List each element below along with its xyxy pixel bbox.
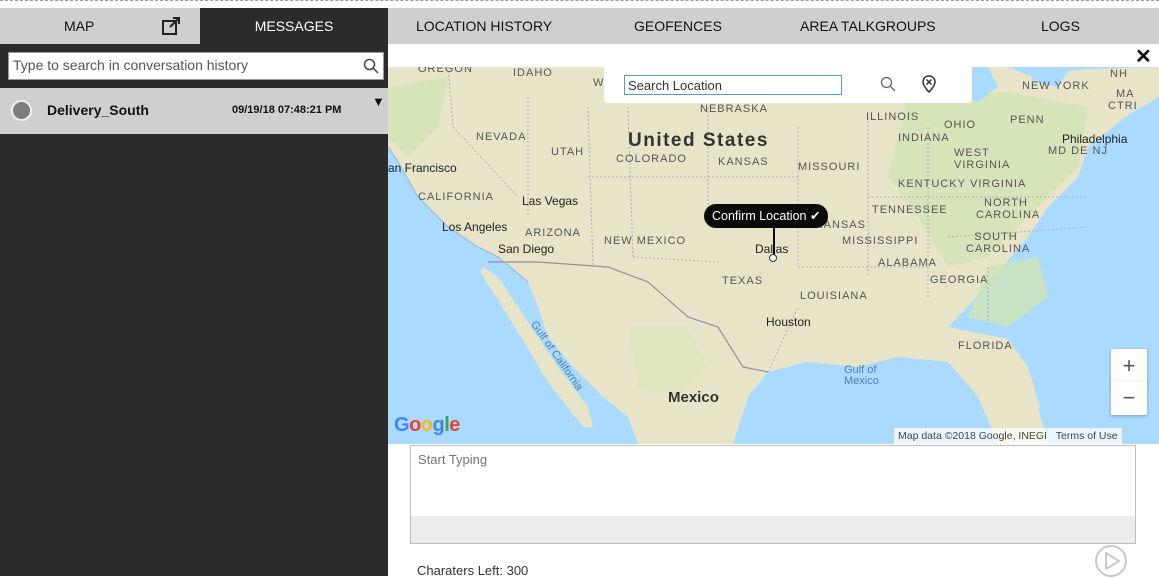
map-search-input[interactable] <box>624 75 842 95</box>
tab-area-talkgroups[interactable]: AREA TALKGROUPS <box>800 18 936 34</box>
map-city-label: San Diego <box>498 242 555 256</box>
map-view[interactable]: OREGON IDAHO W NEBRASKA ILLINOIS OHIO PE… <box>388 67 1159 444</box>
map-label: NEW MEXICO <box>604 235 687 247</box>
map-label: TENNESSEE <box>872 204 948 216</box>
map-label: OHIO <box>944 119 977 131</box>
map-label: CTRI <box>1108 100 1138 112</box>
zoom-in-button[interactable]: + <box>1111 349 1147 383</box>
tab-map-label: MAP <box>64 18 95 34</box>
map-label: NEW YORK <box>1022 80 1090 92</box>
compose-footer <box>411 516 1135 543</box>
map-label: MD DE NJ <box>1048 145 1108 157</box>
map-label: KENTUCKY <box>898 178 966 190</box>
map-label: WEST VIRGINIA <box>954 147 1011 171</box>
map-label: ILLINOIS <box>866 111 920 123</box>
left-tabs: MAP MESSAGES <box>0 8 388 44</box>
marker-stem <box>773 226 775 256</box>
messages-panel: MAP MESSAGES Delivery_South 09/19/18 07:… <box>0 8 388 576</box>
tab-map[interactable]: MAP <box>0 8 200 44</box>
confirm-location-label: Confirm Location <box>712 209 807 223</box>
location-pin-clear-icon[interactable] <box>920 75 938 93</box>
talkgroup-avatar-icon <box>11 100 32 121</box>
tab-location-history[interactable]: LOCATION HISTORY <box>416 18 552 34</box>
search-icon[interactable] <box>363 58 379 74</box>
conversation-name: Delivery_South <box>47 102 149 118</box>
map-label: LOUISIANA <box>800 290 868 302</box>
terms-of-use-link[interactable]: Terms of Use <box>1056 430 1118 442</box>
close-icon[interactable]: ✕ <box>1135 44 1152 69</box>
conversation-timestamp: 09/19/18 07:48:21 PM <box>232 104 342 116</box>
map-label: CALIFORNIA <box>418 191 495 203</box>
tab-geofences[interactable]: GEOFENCES <box>634 18 722 34</box>
map-label: PENN <box>1010 114 1045 126</box>
confirm-location-button[interactable]: Confirm Location ✔ <box>704 204 829 228</box>
map-city-label: Philadelphia <box>1062 132 1128 146</box>
map-label: MISSOURI <box>798 161 861 173</box>
map-label: NEVADA <box>476 131 527 143</box>
map-search-bar <box>604 67 972 103</box>
map-label: VIRGINIA <box>970 178 1027 190</box>
message-input[interactable] <box>411 446 1135 516</box>
checkmark-icon: ✔ <box>809 209 821 223</box>
map-country-label: Mexico <box>668 389 719 406</box>
conversation-search-input[interactable] <box>9 53 349 77</box>
top-dashed-border <box>0 0 1159 8</box>
map-city-label: Las Vegas <box>522 194 579 208</box>
map-label: COLORADO <box>616 153 687 165</box>
map-city-label: an Francisco <box>388 161 457 175</box>
map-label: ALABAMA <box>878 257 937 269</box>
tab-messages-label: MESSAGES <box>254 18 334 34</box>
map-label: IDAHO <box>513 67 553 79</box>
map-label: OREGON <box>418 67 473 75</box>
zoom-out-button[interactable]: − <box>1111 381 1147 415</box>
conversation-item[interactable]: Delivery_South 09/19/18 07:48:21 PM ▼ <box>0 88 388 134</box>
map-label: ARIZONA <box>525 227 581 239</box>
map-label: W <box>593 77 605 89</box>
map-label: KANSAS <box>718 156 769 168</box>
map-label: INDIANA <box>898 132 950 144</box>
google-logo: Google <box>394 414 460 436</box>
map-country-label: United States <box>628 130 769 151</box>
dropdown-caret-icon[interactable]: ▼ <box>372 94 385 109</box>
attribution-text: Map data ©2018 Google, INEGI <box>898 430 1047 442</box>
top-tabs: LOCATION HISTORY GEOFENCES AREA TALKGROU… <box>388 8 1159 44</box>
map-city-label: Houston <box>766 315 811 329</box>
map-label: NEBRASKA <box>700 103 768 115</box>
message-compose <box>410 445 1136 544</box>
map-label: MA <box>1116 88 1135 100</box>
map-water-label: Gulf of Mexico <box>844 364 879 387</box>
tab-messages[interactable]: MESSAGES <box>200 8 388 44</box>
map-label: UTAH <box>551 146 585 158</box>
marker-dot <box>769 254 777 262</box>
map-city-label: Los Angeles <box>442 220 508 234</box>
map-label: NORTH CAROLINA <box>976 197 1041 221</box>
popout-icon[interactable] <box>161 16 181 36</box>
map-label: FLORIDA <box>958 340 1013 352</box>
tab-logs[interactable]: LOGS <box>1041 18 1080 34</box>
send-icon[interactable] <box>1094 544 1128 578</box>
map-label: TEXAS <box>722 275 764 287</box>
search-icon[interactable] <box>880 76 896 92</box>
map-label: SOUTH CAROLINA <box>966 231 1031 255</box>
conversation-search <box>8 52 384 80</box>
map-label: NH <box>1110 68 1128 80</box>
map-label: MISSISSIPPI <box>842 235 919 247</box>
map-label: GEORGIA <box>930 274 989 286</box>
map-attribution: Map data ©2018 Google, INEGI Terms of Us… <box>894 428 1122 444</box>
